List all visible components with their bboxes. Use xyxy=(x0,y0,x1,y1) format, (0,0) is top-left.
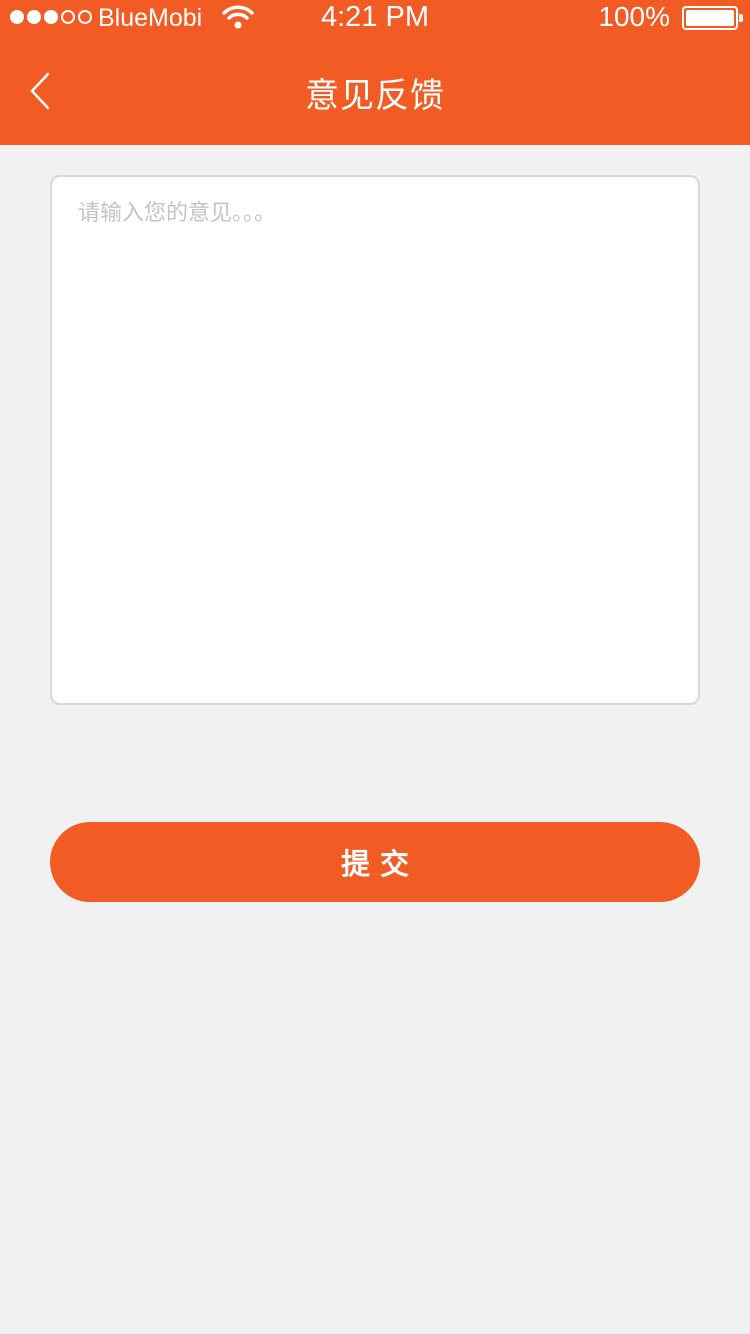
status-bar: BlueMobi 4:21 PM 100% xyxy=(0,0,750,40)
battery-icon xyxy=(682,6,743,30)
feedback-input[interactable] xyxy=(50,175,700,705)
battery-percentage: 100% xyxy=(598,1,670,32)
header-bar: BlueMobi 4:21 PM 100% 意见反馈 xyxy=(0,0,750,145)
page-title: 意见反馈 xyxy=(305,76,445,116)
submit-button[interactable]: 提交 xyxy=(50,822,700,902)
